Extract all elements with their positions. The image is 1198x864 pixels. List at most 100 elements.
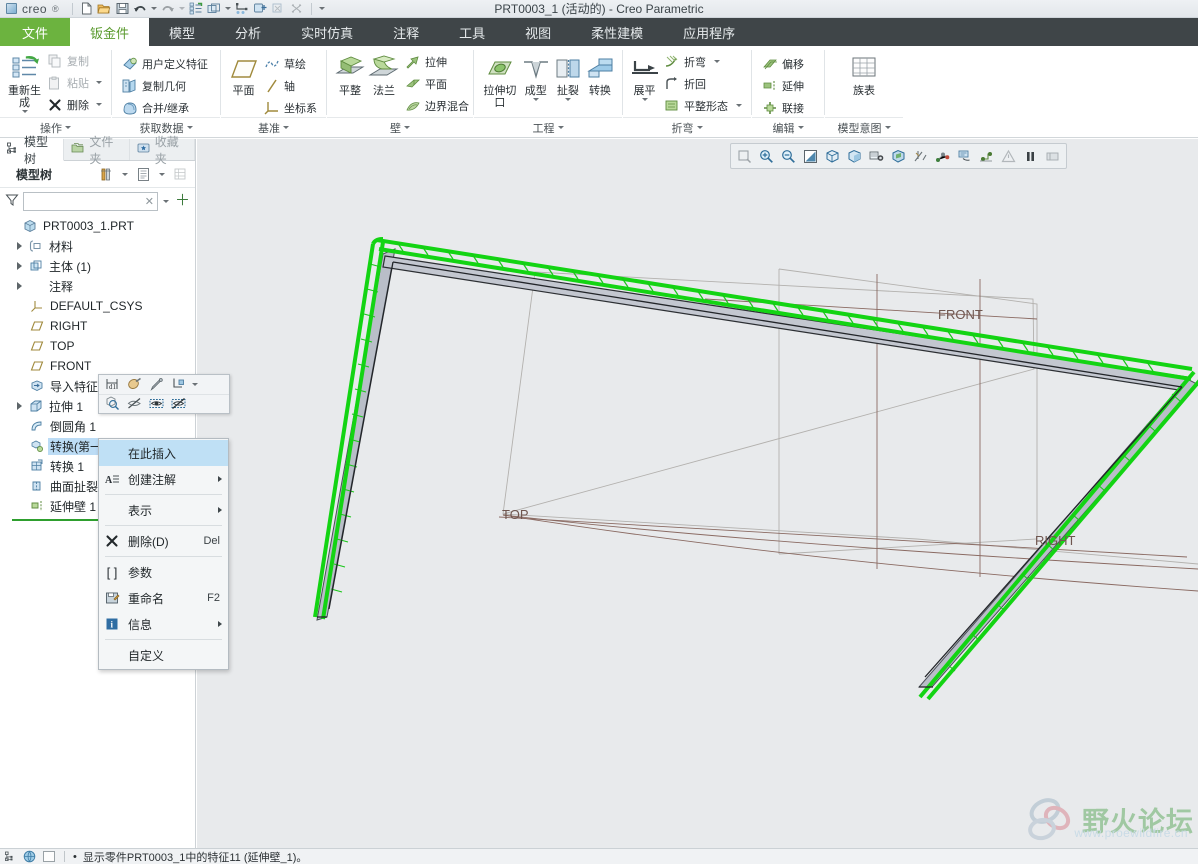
delete-dropdown[interactable] [96,103,102,106]
graphics-area[interactable]: FRONT TOP RIGHT 野火论坛 www.proewildfire.cn [197,139,1198,848]
plus-icon[interactable]: ＋ [175,193,190,208]
family-table-button[interactable]: 族表 [836,49,892,97]
regenerate-dropdown[interactable] [21,110,28,113]
paste-dropdown[interactable] [96,81,102,84]
tree-item-top-plane[interactable]: TOP [4,336,195,356]
engineering-group-title[interactable]: 工程 [474,117,622,137]
funnel-icon[interactable] [5,193,19,210]
tree-filter-input[interactable]: ✕ [23,191,158,211]
context-menu-item-info[interactable]: i 信息 [99,611,228,637]
tab-live-simulation[interactable]: 实时仿真 [281,18,373,46]
window-dropdown[interactable] [224,1,233,17]
spin-center-icon[interactable] [976,146,997,167]
repaint-icon[interactable] [800,146,821,167]
context-menu-item-parameters[interactable]: [ ] 参数 [99,559,228,585]
form-dropdown[interactable] [532,98,539,101]
resume-icon[interactable] [1042,146,1063,167]
tab-analysis[interactable]: 分析 [215,18,281,46]
sketch-button[interactable]: 草绘 [260,53,320,74]
ribbon-tab-strip[interactable]: 文件 钣金件 模型 分析 实时仿真 注释 工具 视图 柔性建模 应用程序 [0,18,1198,46]
tree-arrow[interactable] [14,282,25,290]
view-manager-icon[interactable] [866,146,887,167]
context-menu[interactable]: 在此插入 A 创建注解 表示 删除(D) Del [ ] 参数 重命名 F2 i… [98,438,229,670]
dimension-icon[interactable]: d1 [102,375,122,393]
close-window-icon[interactable] [270,1,287,17]
tree-arrow[interactable] [14,402,25,410]
datum-axis-button[interactable]: 轴 [260,75,320,96]
tree-item-front-plane[interactable]: FRONT [4,356,195,376]
flange-wall-button[interactable]: 法兰 [367,49,401,97]
reorder-icon[interactable] [234,1,251,17]
hide-icon[interactable] [124,395,144,413]
tree-item-right-plane[interactable]: RIGHT [4,316,195,336]
display-style-icon[interactable] [844,146,865,167]
convert-button[interactable]: 转换 [584,49,616,97]
bend-back-button[interactable]: 折回 [660,73,745,94]
tab-annotate[interactable]: 注释 [373,18,439,46]
tab-applications[interactable]: 应用程序 [663,18,755,46]
tree-arrow[interactable] [14,242,25,250]
datum-group-title[interactable]: 基准 [221,117,326,137]
redo-dropdown[interactable] [178,1,187,17]
extrude-button[interactable]: 拉伸 [401,51,472,72]
tab-sheetmetal[interactable]: 钣金件 [70,18,150,46]
pause-icon[interactable] [1020,146,1041,167]
engineering-group-dropdown[interactable] [557,126,564,129]
tree-filter-settings-icon[interactable] [97,165,115,183]
edit-group-title[interactable]: 编辑 [752,117,824,137]
tab-file[interactable]: 文件 [0,18,71,46]
tree-item-bodies[interactable]: 主体 (1) [4,256,195,276]
wall-group-title[interactable]: 壁 [327,117,473,137]
tab-tools[interactable]: 工具 [439,18,505,46]
datum-plane-button[interactable]: 平面 [227,49,260,97]
form-button[interactable]: 成型 [520,49,552,101]
unbend-button[interactable]: 展平 [629,49,660,101]
datum-group-dropdown[interactable] [283,126,289,129]
tree-status-icon[interactable] [3,850,18,863]
point-display-icon[interactable] [932,146,953,167]
show-icon[interactable] [146,395,166,413]
paste-button[interactable]: 粘贴 [43,72,105,93]
reference-icon[interactable] [168,375,188,393]
extrude-cut-button[interactable]: 拉伸切口 [480,49,520,109]
flat-state-button[interactable]: 平整形态 [660,95,745,116]
paint-brush-icon[interactable] [124,375,144,393]
globe-icon[interactable] [22,850,37,863]
blank-icon[interactable] [41,850,56,863]
wall-group-dropdown[interactable] [404,126,410,129]
close-icon[interactable] [288,1,305,17]
bend-group-title[interactable]: 折弯 [623,117,751,137]
planar-button[interactable]: 平面 [401,73,472,94]
tree-display-icon[interactable] [134,165,152,183]
merge-button[interactable]: 联接 [758,97,807,118]
offset-button[interactable]: 偏移 [758,53,807,74]
quick-access-toolbar[interactable] [78,1,327,17]
navigator-tabs[interactable]: 模型树 文件夹 收藏夹 [0,135,195,166]
model-3d-view[interactable] [197,139,1198,848]
delete-button[interactable]: 删除 [43,94,105,115]
csys-button[interactable]: 坐标系 [260,97,320,118]
annotation-display-icon[interactable] [954,146,975,167]
chevron-down-icon[interactable] [162,193,171,209]
rip-button[interactable]: 扯裂 [552,49,584,101]
mini-toolbar[interactable]: d1 [98,374,230,414]
copy-button[interactable]: 复制 [43,50,105,71]
tab-flexible-modeling[interactable]: 柔性建模 [571,18,663,46]
context-menu-item-insert-here[interactable]: 在此插入 [99,440,228,466]
context-menu-item-representation[interactable]: 表示 [99,497,228,523]
edit-pencil-icon[interactable] [146,375,166,393]
tree-arrow[interactable] [14,262,25,270]
datum-display-icon[interactable] [910,146,931,167]
tree-item-material[interactable]: 材料 [4,236,195,256]
tree-columns-icon[interactable] [171,165,189,183]
hide-all-icon[interactable] [168,395,188,413]
tab-model[interactable]: 模型 [149,18,215,46]
minibar-dropdown[interactable] [190,376,199,392]
regenerate-button[interactable]: 重新生成 [6,49,43,113]
merge-inherit-button[interactable]: 合并/继承 [118,97,211,118]
x-clear-icon[interactable]: ✕ [145,195,154,208]
model-intent-group-dropdown[interactable] [884,126,891,129]
model-intent-group-title[interactable]: 模型意图 [825,117,903,137]
perspective-icon[interactable] [888,146,909,167]
settings-dropdown[interactable] [120,166,129,182]
